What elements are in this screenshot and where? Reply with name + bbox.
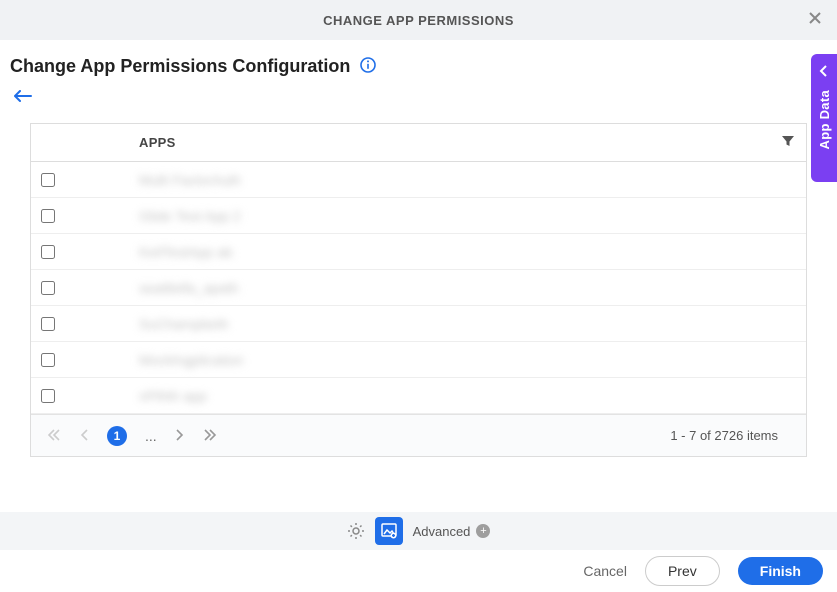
advanced-label: Advanced [413, 524, 471, 539]
modal-title: CHANGE APP PERMISSIONS [323, 13, 514, 28]
row-checkbox[interactable] [41, 317, 55, 331]
app-name: nPthth app [139, 388, 207, 404]
table-row: KeilTestApp ab [31, 234, 806, 270]
row-checkbox[interactable] [41, 281, 55, 295]
gear-icon[interactable] [347, 522, 365, 540]
app-name: Glide Test App 2 [139, 208, 241, 224]
dialog-footer: Cancel Prev Finish [0, 550, 837, 592]
app-name: seattletfa_apath [139, 280, 239, 296]
page-header: Change App Permissions Configuration [0, 40, 837, 85]
paginator: 1 ... 1 - 7 of 2726 items [31, 414, 806, 456]
item-count: 1 - 7 of 2726 items [670, 428, 778, 443]
table-row: nPthth app [31, 378, 806, 414]
current-page[interactable]: 1 [107, 426, 127, 446]
advanced-toggle[interactable]: Advanced + [413, 524, 491, 539]
next-page-icon[interactable] [175, 428, 185, 444]
row-checkbox[interactable] [41, 245, 55, 259]
prev-button[interactable]: Prev [645, 556, 720, 586]
table-header: APPS [31, 124, 806, 162]
side-app-data-tab[interactable]: App Data [811, 54, 837, 182]
app-name: Multi FactorAuth [139, 172, 241, 188]
side-tab-label: App Data [817, 90, 832, 149]
prev-page-icon[interactable] [79, 428, 89, 444]
app-name: MockIngplication [139, 352, 243, 368]
bottom-toolbar: Advanced + [0, 512, 837, 550]
table-row: Glide Test App 2 [31, 198, 806, 234]
row-checkbox[interactable] [41, 389, 55, 403]
back-arrow-icon[interactable] [0, 85, 837, 115]
close-icon[interactable] [807, 10, 823, 30]
plus-icon: + [476, 524, 490, 538]
app-name: KeilTestApp ab [139, 244, 232, 260]
cancel-button[interactable]: Cancel [583, 563, 627, 579]
filter-icon[interactable] [770, 134, 806, 151]
table-row: seattletfa_apath [31, 270, 806, 306]
apps-table: APPS Multi FactorAuth Glide Test App 2 K… [30, 123, 807, 457]
modal-header: CHANGE APP PERMISSIONS [0, 0, 837, 40]
column-header-apps[interactable]: APPS [109, 135, 770, 150]
finish-button[interactable]: Finish [738, 557, 823, 585]
page-title: Change App Permissions Configuration [10, 56, 350, 77]
page-ellipsis: ... [145, 428, 157, 444]
app-name: SuChampbeth [139, 316, 229, 332]
chevron-left-icon [819, 64, 829, 80]
first-page-icon[interactable] [47, 428, 61, 444]
table-row: Multi FactorAuth [31, 162, 806, 198]
last-page-icon[interactable] [203, 428, 217, 444]
info-icon[interactable] [360, 57, 376, 76]
row-checkbox[interactable] [41, 209, 55, 223]
row-checkbox[interactable] [41, 173, 55, 187]
image-add-icon[interactable] [375, 517, 403, 545]
row-checkbox[interactable] [41, 353, 55, 367]
table-row: SuChampbeth [31, 306, 806, 342]
table-row: MockIngplication [31, 342, 806, 378]
